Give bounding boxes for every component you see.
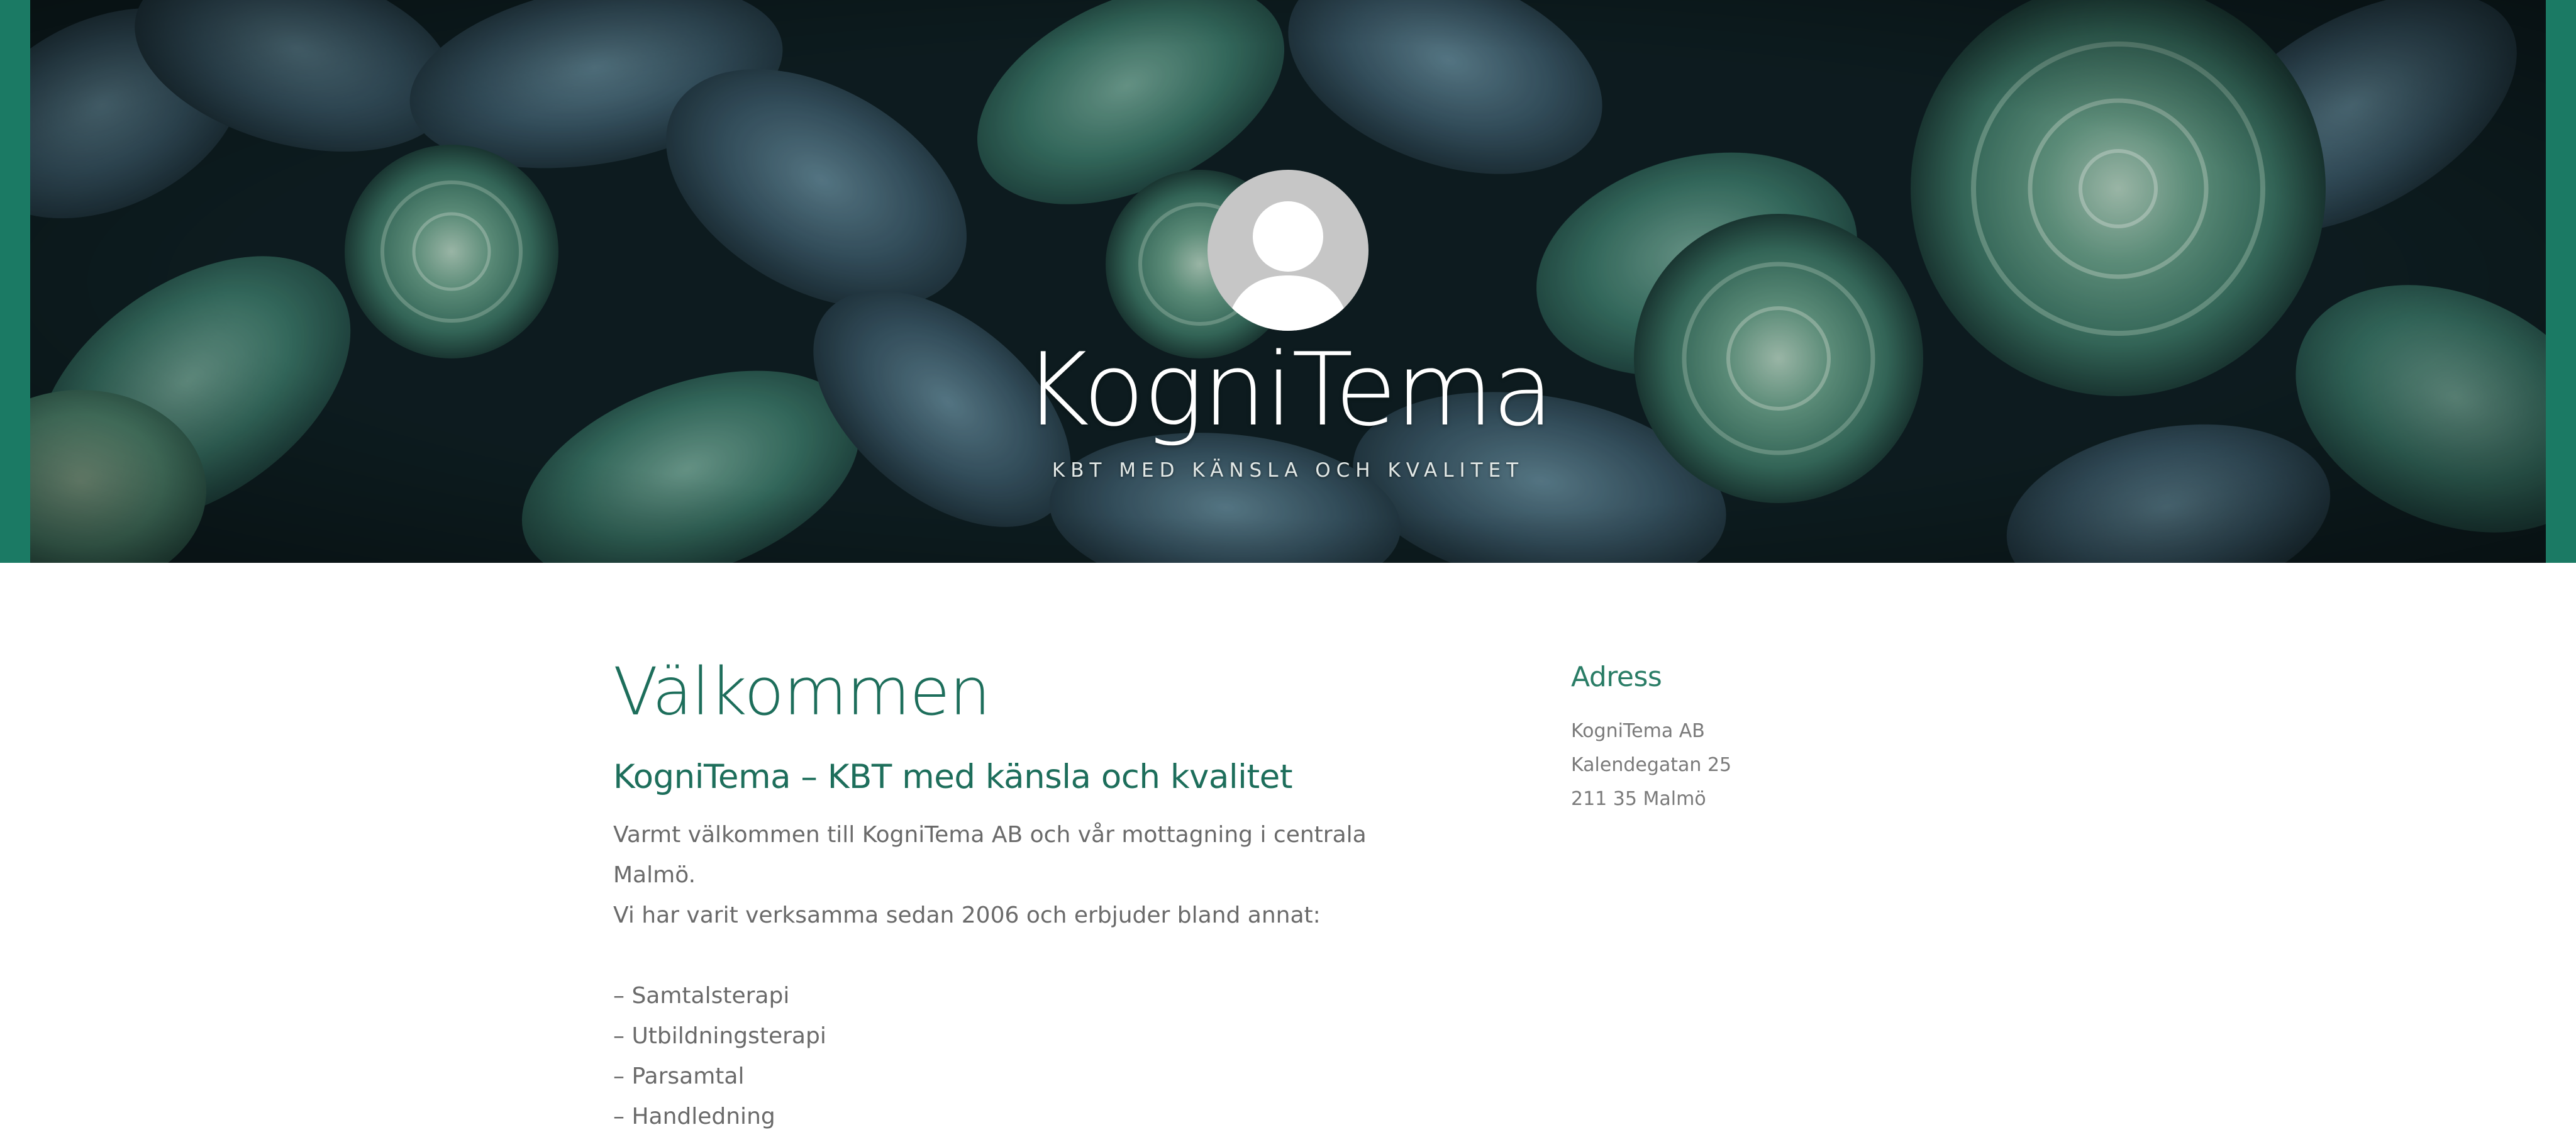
page-subheading: KogniTema – KBT med känsla och kvalitet — [613, 758, 1293, 796]
address-line: Kalendegatan 25 — [1571, 754, 1732, 776]
intro-text: Varmt välkommen till KogniTema AB och vå… — [613, 815, 1443, 936]
service-item: – Handledning — [613, 1104, 775, 1129]
site-branding: KogniTema KBT MED KÄNSLA OCH KVALITET — [0, 0, 2576, 563]
service-item: – Parsamtal — [613, 1063, 745, 1089]
widget-title: Adress — [1571, 661, 1662, 693]
main-content: Välkommen KogniTema – KBT med känsla och… — [613, 648, 1443, 1137]
intro-line: Varmt välkommen till KogniTema AB och vå… — [613, 822, 1367, 888]
intro-line: Vi har varit verksamma sedan 2006 och er… — [613, 902, 1321, 928]
service-item: – Utbildningsterapi — [613, 1023, 826, 1049]
address-line: 211 35 Malmö — [1571, 788, 1706, 810]
site-header: KogniTema KBT MED KÄNSLA OCH KVALITET — [0, 0, 2576, 563]
page-title: Välkommen — [613, 653, 991, 730]
address-block: KogniTema AB Kalendegatan 25 211 35 Malm… — [1571, 714, 2011, 816]
site-tagline: KBT MED KÄNSLA OCH KVALITET — [1052, 459, 1524, 482]
user-silhouette-icon[interactable] — [1208, 170, 1368, 331]
service-item: – Samtalsterapi — [613, 983, 790, 1009]
services-list: – Samtalsterapi – Utbildningsterapi – Pa… — [613, 976, 1443, 1137]
sidebar-address-widget: Adress KogniTema AB Kalendegatan 25 211 … — [1571, 654, 2011, 816]
address-line: KogniTema AB — [1571, 720, 1705, 742]
site-title[interactable]: KogniTema — [785, 327, 1791, 453]
